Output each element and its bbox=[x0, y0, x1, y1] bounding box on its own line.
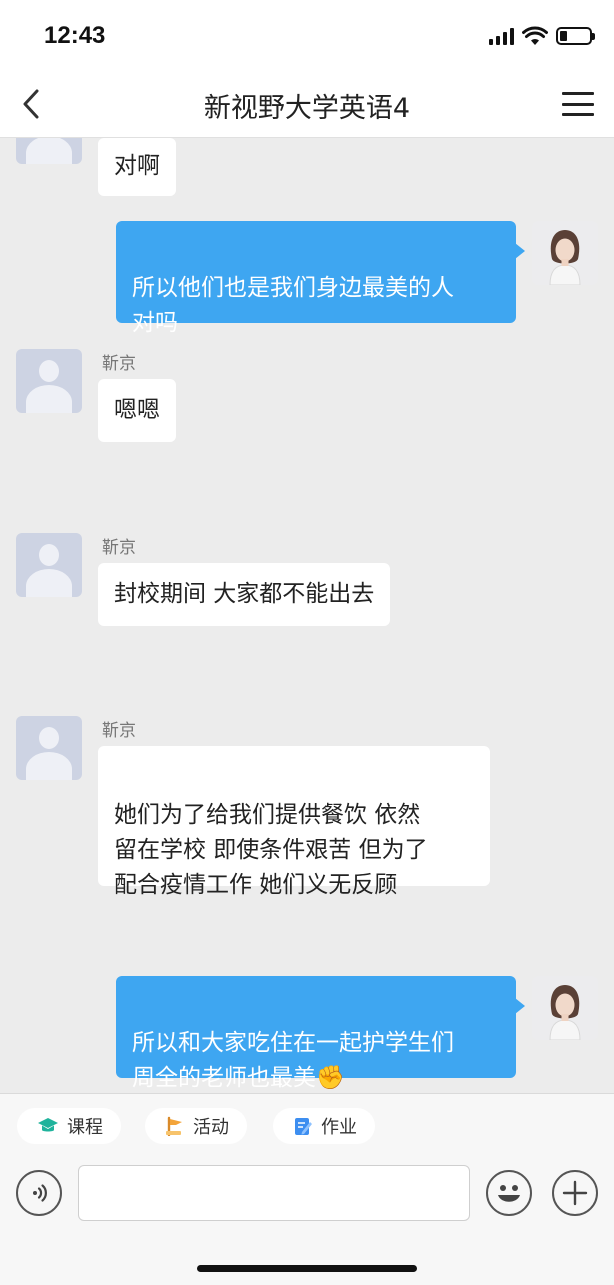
menu-line bbox=[562, 92, 594, 95]
message-bubble-incoming[interactable]: 嗯嗯 bbox=[98, 379, 176, 442]
menu-line bbox=[562, 113, 594, 116]
home-indicator bbox=[197, 1265, 417, 1272]
avatar[interactable] bbox=[16, 533, 82, 597]
voice-icon bbox=[33, 1184, 47, 1202]
plus-icon bbox=[562, 1180, 588, 1206]
emoji-button[interactable] bbox=[486, 1170, 532, 1216]
add-button[interactable] bbox=[552, 1170, 598, 1216]
sender-name: 靳京 bbox=[102, 354, 136, 374]
top-bar: 12:43 新视野大学英语4 bbox=[0, 0, 614, 138]
message-bubble-incoming[interactable]: 对啊 bbox=[98, 138, 176, 196]
flag-icon bbox=[166, 1116, 182, 1136]
cellular-signal-icon bbox=[489, 27, 514, 45]
my-avatar[interactable] bbox=[532, 976, 598, 1040]
my-avatar[interactable] bbox=[532, 221, 598, 285]
chip-label: 课程 bbox=[67, 1117, 103, 1138]
chip-label: 作业 bbox=[321, 1117, 357, 1138]
chip-course[interactable]: 课程 bbox=[17, 1108, 121, 1144]
chip-activity[interactable]: 活动 bbox=[145, 1108, 247, 1144]
message-text: 所以和大家吃住在一起护学生们 周全的老师也最美 bbox=[132, 1030, 454, 1091]
avatar[interactable] bbox=[16, 138, 82, 164]
message-text: 封校期间 大家都不能出去 bbox=[114, 581, 375, 607]
menu-button[interactable] bbox=[562, 92, 594, 116]
message-text: 所以他们也是我们身边最美的人 对吗 bbox=[132, 275, 454, 336]
chip-label: 活动 bbox=[193, 1117, 229, 1138]
bottom-toolbar: 课程 活动 作业 bbox=[0, 1093, 614, 1285]
message-text: 嗯嗯 bbox=[114, 397, 160, 423]
message-text: 对啊 bbox=[114, 153, 160, 179]
status-time: 12:43 bbox=[44, 22, 106, 49]
battery-icon bbox=[556, 27, 595, 45]
status-icons bbox=[489, 24, 595, 48]
message-bubble-outgoing[interactable]: 所以他们也是我们身边最美的人 对吗 bbox=[116, 221, 525, 336]
message-bubble-incoming[interactable]: 她们为了给我们提供餐饮 依然 留在学校 即使条件艰苦 但为了 配合疫情工作 她们… bbox=[98, 746, 490, 898]
fist-emoji: ✊ bbox=[316, 1065, 345, 1091]
document-edit-icon bbox=[295, 1118, 312, 1135]
message-bubble-outgoing[interactable]: 所以和大家吃住在一起护学生们 周全的老师也最美✊ bbox=[116, 976, 525, 1091]
avatar[interactable] bbox=[16, 716, 82, 780]
wifi-icon bbox=[522, 26, 548, 45]
profile-photo-icon bbox=[532, 976, 598, 1040]
page-title: 新视野大学英语4 bbox=[203, 93, 411, 124]
message-bubble-incoming[interactable]: 封校期间 大家都不能出去 bbox=[98, 563, 391, 626]
message-input[interactable] bbox=[78, 1165, 470, 1221]
message-list[interactable]: 对啊 所以他们也是我们身边最美的人 对吗 靳京 嗯嗯 靳京 封校期间 大家都不能… bbox=[0, 138, 614, 1093]
sender-name: 靳京 bbox=[102, 721, 136, 741]
smiley-icon bbox=[498, 1185, 520, 1202]
sender-name: 靳京 bbox=[102, 538, 136, 558]
chat-screen: 12:43 新视野大学英语4 对啊 所以他们也是我们身边最美的人 对吗 靳京 嗯… bbox=[0, 0, 614, 1285]
profile-photo-icon bbox=[532, 221, 598, 285]
avatar[interactable] bbox=[16, 349, 82, 413]
chip-homework[interactable]: 作业 bbox=[273, 1108, 375, 1144]
graduation-cap-icon bbox=[38, 1118, 58, 1132]
message-text: 她们为了给我们提供餐饮 依然 留在学校 即使条件艰苦 但为了 配合疫情工作 她们… bbox=[114, 802, 428, 898]
voice-button[interactable] bbox=[16, 1170, 62, 1216]
menu-line bbox=[562, 102, 594, 106]
